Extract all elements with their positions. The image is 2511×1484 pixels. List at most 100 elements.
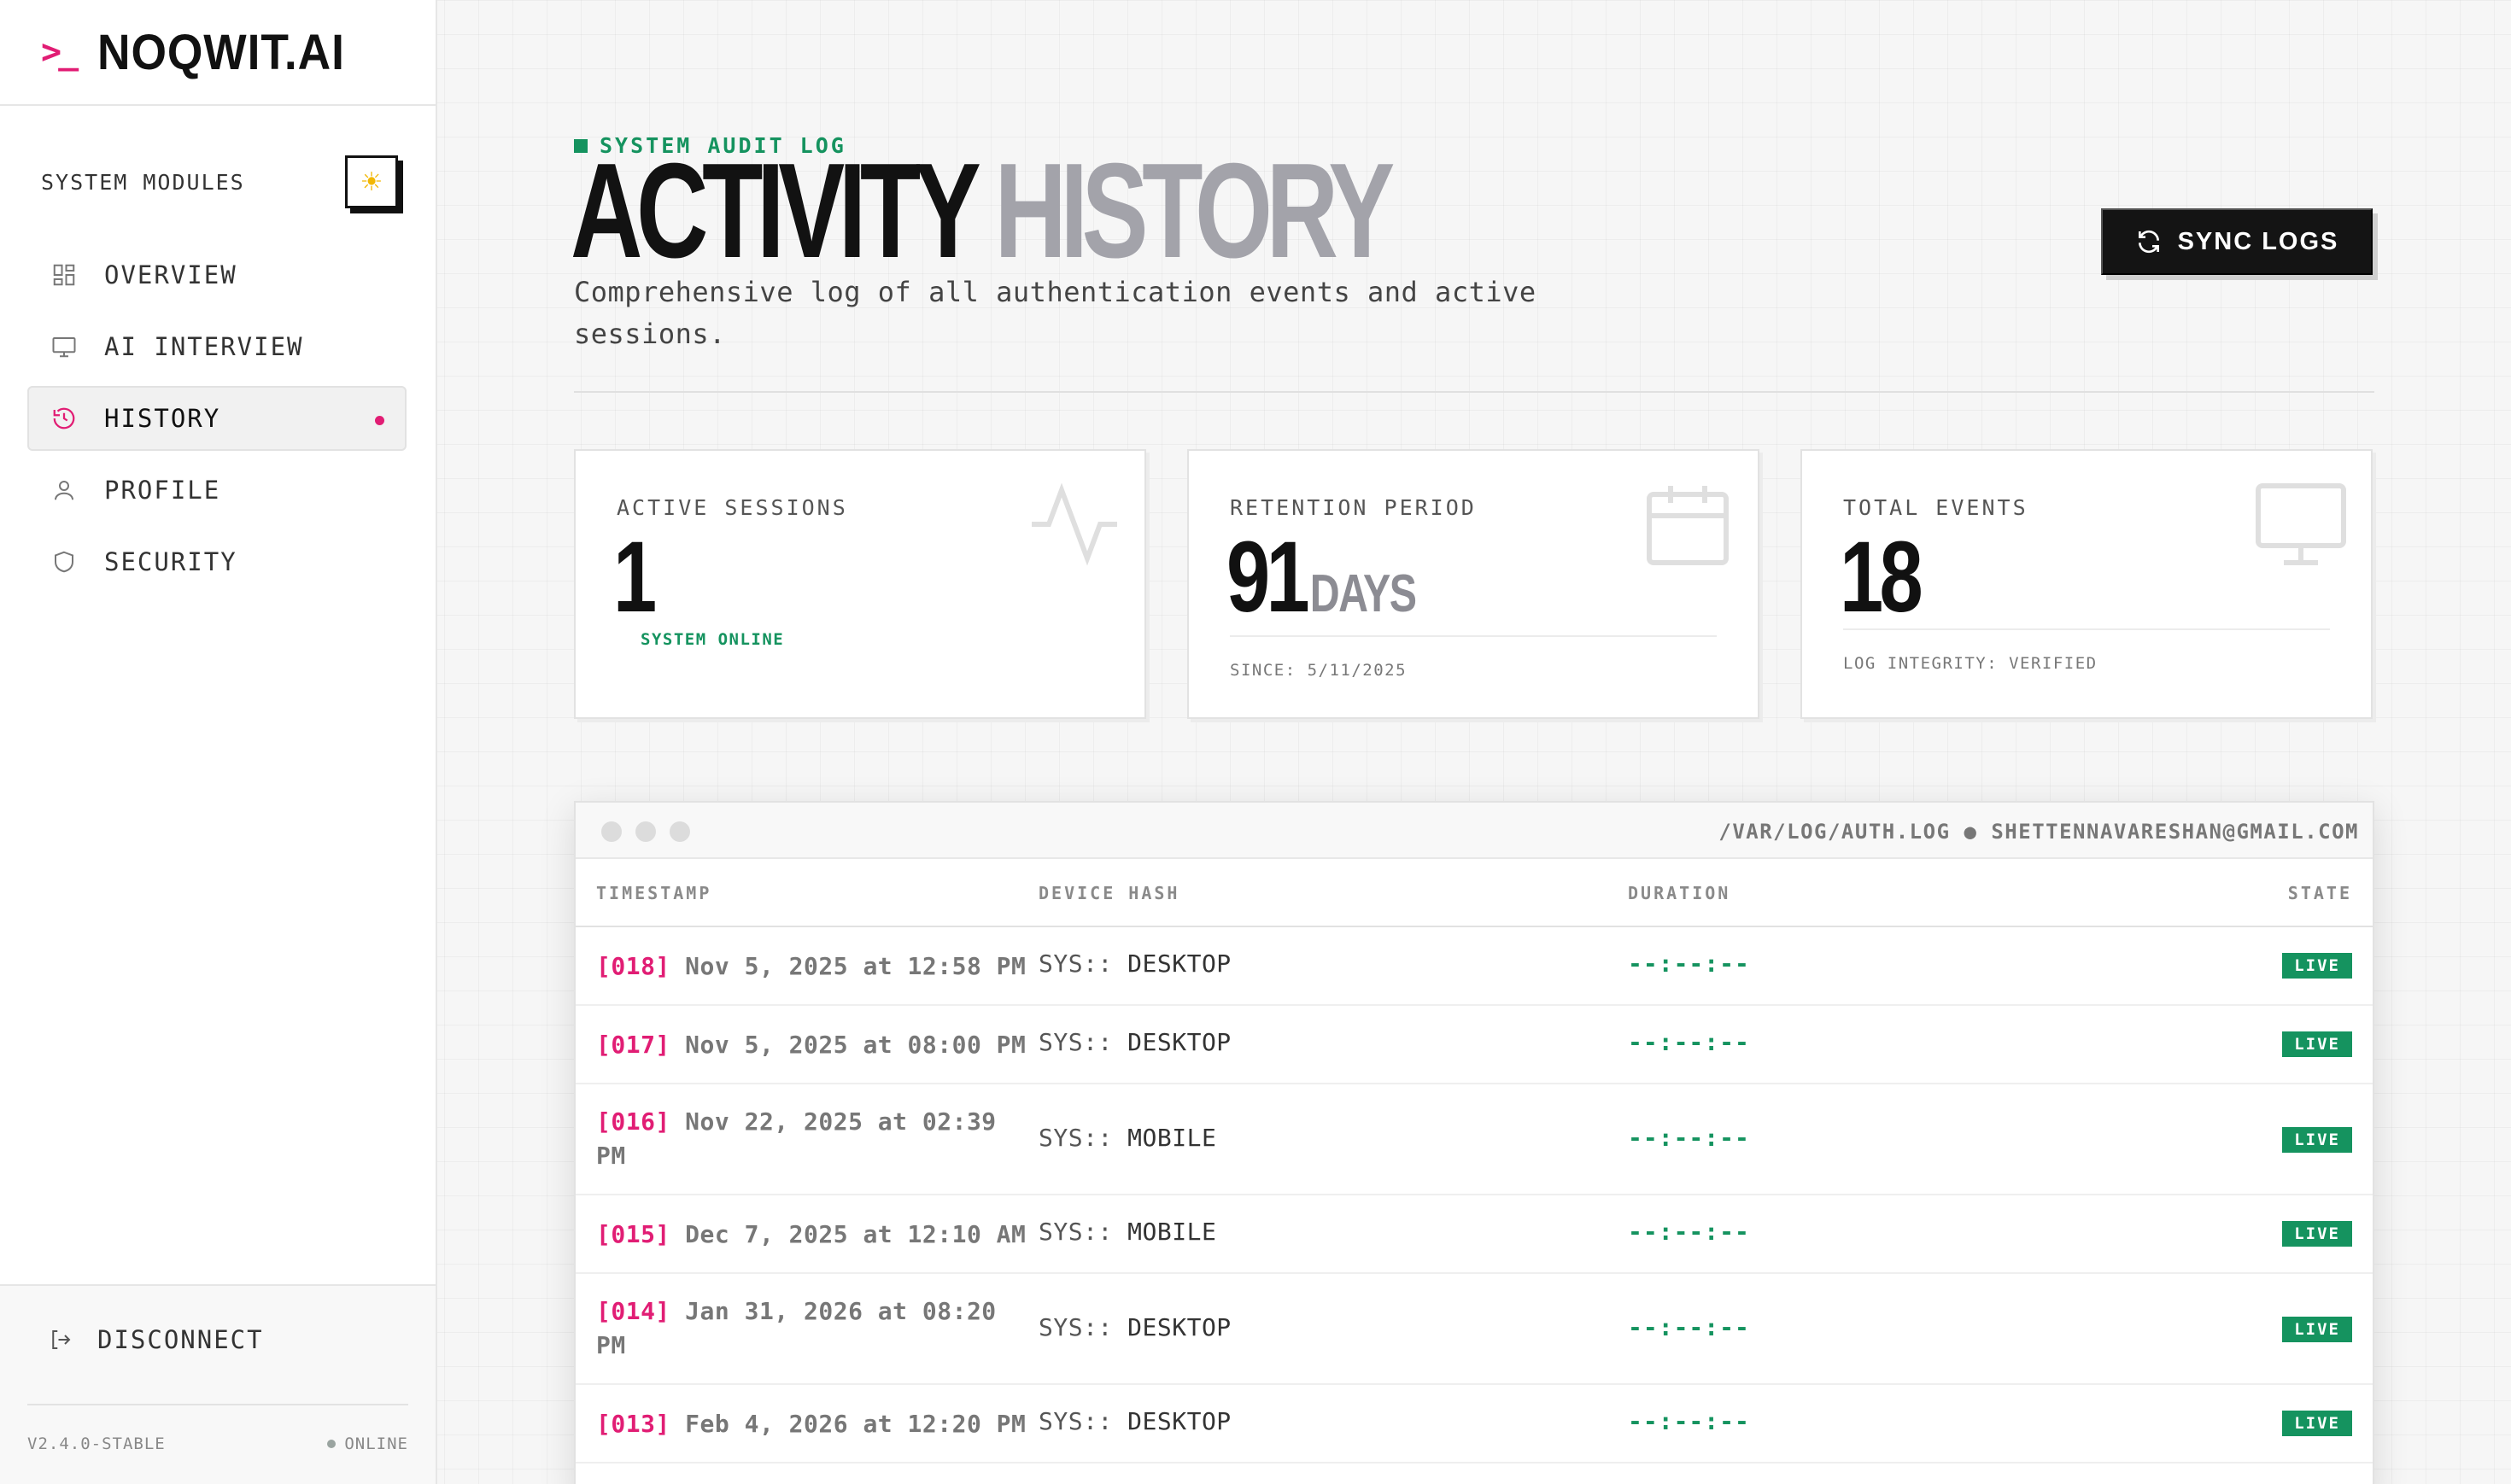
stat-label: RETENTION PERIOD <box>1230 495 1477 520</box>
page-title-secondary: HISTORY <box>994 136 1395 286</box>
stat-label: ACTIVE SESSIONS <box>617 495 848 520</box>
device-cell: SYS:: MOBILE <box>1039 1218 1216 1246</box>
device-name: MOBILE <box>1127 1124 1217 1152</box>
device-prefix: SYS:: <box>1039 1218 1113 1246</box>
status-badge: LIVE <box>2282 1317 2352 1342</box>
table-header: TIMESTAMP DEVICE HASH DURATION STATE <box>576 859 2373 927</box>
device-prefix: SYS:: <box>1039 1028 1113 1056</box>
log-path: /VAR/LOG/AUTH.LOG ● SHETTENNAVARESHAN@GM… <box>1718 820 2359 844</box>
duration-cell: --:--:-- <box>1628 1028 1750 1056</box>
sync-logs-button[interactable]: SYNC LOGS <box>2101 208 2373 275</box>
sidebar: >_ NOQWIT.AI SYSTEM MODULES ☀ OVERVIEW A… <box>0 0 437 1484</box>
sync-logs-label: SYNC LOGS <box>2177 227 2339 255</box>
duration-cell: --:--:-- <box>1628 949 1750 978</box>
sidebar-item-label: OVERVIEW <box>104 260 237 289</box>
timestamp-cell: [013] Feb 4, 2026 at 12:20 PM <box>596 1407 1032 1441</box>
device-cell: SYS:: DESKTOP <box>1039 1407 1232 1435</box>
sidebar-item-security[interactable]: SECURITY <box>27 529 407 594</box>
modules-label: SYSTEM MODULES <box>41 169 245 195</box>
monitor-icon <box>50 332 79 361</box>
online-label: ONLINE <box>344 1434 408 1453</box>
sidebar-item-history[interactable]: HISTORY <box>27 386 407 451</box>
device-prefix: SYS:: <box>1039 1313 1113 1341</box>
stat-value: 1 <box>613 521 657 634</box>
brand[interactable]: >_ NOQWIT.AI <box>0 0 436 106</box>
stat-unit: DAYS <box>1309 564 1417 623</box>
event-index: [017] <box>596 1031 670 1059</box>
history-icon <box>50 404 79 433</box>
version-label: V2.4.0-STABLE <box>27 1434 166 1453</box>
device-name: DESKTOP <box>1127 949 1232 978</box>
grid-icon <box>50 260 79 289</box>
window-title-bar: /VAR/LOG/AUTH.LOG ● SHETTENNAVARESHAN@GM… <box>576 803 2373 859</box>
duration-cell: --:--:-- <box>1628 1407 1750 1435</box>
duration-cell: --:--:-- <box>1628 1313 1750 1341</box>
event-index: [018] <box>596 952 670 980</box>
column-header-device: DEVICE HASH <box>1039 883 1180 903</box>
event-index: [013] <box>596 1410 670 1438</box>
device-cell: SYS:: DESKTOP <box>1039 949 1232 978</box>
status-badge: LIVE <box>2282 1411 2352 1436</box>
timestamp-cell: [014] Jan 31, 2026 at 08:20 PM <box>596 1294 1032 1363</box>
device-cell: SYS:: DESKTOP <box>1039 1313 1232 1341</box>
header-divider <box>574 391 2374 393</box>
activity-icon <box>1023 473 1126 579</box>
stat-number: 91 <box>1226 521 1310 634</box>
column-header-state: STATE <box>2287 883 2352 903</box>
auth-log-window: /VAR/LOG/AUTH.LOG ● SHETTENNAVARESHAN@GM… <box>574 801 2374 1484</box>
stat-divider <box>1230 635 1717 637</box>
theme-toggle-button[interactable]: ☀ <box>345 155 398 208</box>
sun-icon: ☀ <box>360 167 383 196</box>
table-row[interactable]: [013] Feb 4, 2026 at 12:20 PM SYS:: DESK… <box>576 1385 2373 1464</box>
table-row[interactable]: [015] Dec 7, 2025 at 12:10 AM SYS:: MOBI… <box>576 1195 2373 1274</box>
timestamp-cell: [016] Nov 22, 2025 at 02:39 PM <box>596 1105 1032 1173</box>
device-prefix: SYS:: <box>1039 1407 1113 1435</box>
timestamp-cell: [017] Nov 5, 2025 at 08:00 PM <box>596 1028 1032 1062</box>
brand-name: NOQWIT.AI <box>97 24 346 80</box>
stat-value: 91DAYS <box>1226 521 1417 634</box>
disconnect-button[interactable]: DISCONNECT <box>46 1325 264 1354</box>
terminal-prompt-icon: >_ <box>41 32 79 72</box>
table-row[interactable]: [014] Jan 31, 2026 at 08:20 PM SYS:: DES… <box>576 1274 2373 1385</box>
stat-divider <box>1843 628 2330 630</box>
table-row[interactable]: [017] Nov 5, 2025 at 08:00 PM SYS:: DESK… <box>576 1006 2373 1084</box>
status-badge: LIVE <box>2282 1221 2352 1247</box>
sidebar-item-label: HISTORY <box>104 404 221 433</box>
stat-card-total-events: TOTAL EVENTS 18 LOG INTEGRITY: VERIFIED <box>1800 449 2373 719</box>
device-cell: SYS:: DESKTOP <box>1039 1028 1232 1056</box>
status-badge: LIVE <box>2282 1127 2352 1153</box>
column-header-duration: DURATION <box>1628 883 1731 903</box>
stat-footer: SINCE: 5/11/2025 <box>1230 661 1408 680</box>
sidebar-item-overview[interactable]: OVERVIEW <box>27 242 407 307</box>
event-index: [014] <box>596 1297 670 1325</box>
device-name: DESKTOP <box>1127 1407 1232 1435</box>
refresh-icon <box>2135 228 2163 255</box>
table-row[interactable]: [016] Nov 22, 2025 at 02:39 PM SYS:: MOB… <box>576 1084 2373 1195</box>
calendar-icon <box>1636 473 1739 579</box>
event-time: Nov 5, 2025 at 08:00 PM <box>685 1031 1027 1059</box>
timestamp-cell: [015] Dec 7, 2025 at 12:10 AM <box>596 1218 1032 1252</box>
device-prefix: SYS:: <box>1039 949 1113 978</box>
duration-cell: --:--:-- <box>1628 1124 1750 1152</box>
column-header-timestamp: TIMESTAMP <box>596 883 712 903</box>
footer-divider <box>27 1404 408 1405</box>
device-cell: SYS:: MOBILE <box>1039 1124 1216 1152</box>
sidebar-footer: DISCONNECT V2.4.0-STABLE ONLINE <box>0 1284 436 1484</box>
sidebar-item-profile[interactable]: PROFILE <box>27 458 407 523</box>
active-indicator-dot <box>375 416 384 425</box>
stat-card-active-sessions: ACTIVE SESSIONS 1 SYSTEM ONLINE <box>574 449 1146 719</box>
stat-card-retention-period: RETENTION PERIOD 91DAYS SINCE: 5/11/2025 <box>1187 449 1759 719</box>
stat-value: 18 <box>1840 521 1923 634</box>
event-time: Dec 7, 2025 at 12:10 AM <box>685 1220 1027 1248</box>
page-subtitle: Comprehensive log of all authentication … <box>574 276 1536 350</box>
sidebar-item-ai-interview[interactable]: AI INTERVIEW <box>27 314 407 379</box>
sidebar-item-label: SECURITY <box>104 547 237 576</box>
modules-header: SYSTEM MODULES ☀ <box>41 155 398 208</box>
monitor-icon <box>2250 473 2352 579</box>
window-dot <box>670 821 690 842</box>
event-time: Feb 4, 2026 at 12:20 PM <box>685 1410 1027 1438</box>
table-row[interactable]: [018] Nov 5, 2025 at 12:58 PM SYS:: DESK… <box>576 927 2373 1006</box>
status-badge: LIVE <box>2282 1031 2352 1057</box>
duration-cell: --:--:-- <box>1628 1218 1750 1246</box>
page-title-primary: ACTIVITY <box>571 136 980 286</box>
